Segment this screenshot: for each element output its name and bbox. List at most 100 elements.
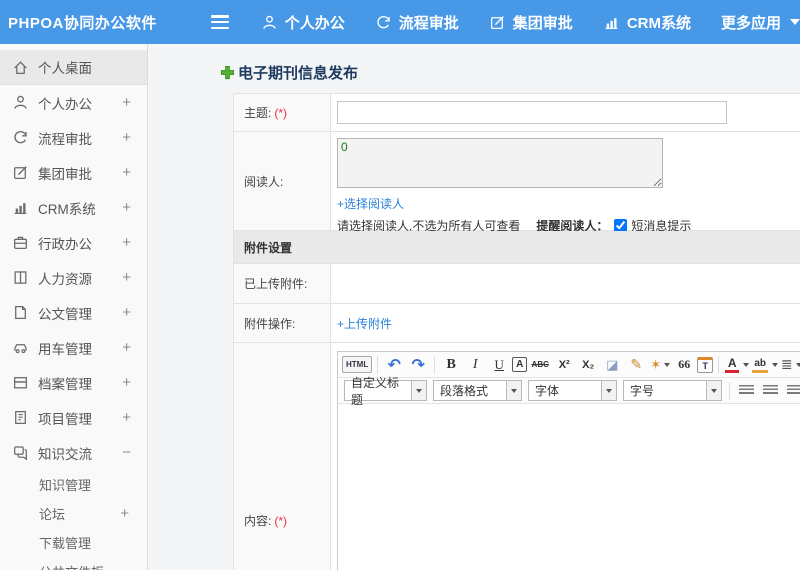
align-center-button[interactable] bbox=[759, 380, 781, 402]
expand-icon[interactable]: + bbox=[122, 234, 131, 251]
main-content: 电子期刊信息发布 主题: (*) 阅读人: 0 +选择阅读人 请选择阅读人,不选… bbox=[148, 44, 800, 570]
readers-textarea[interactable]: 0 bbox=[337, 138, 663, 188]
content-row: 内容: (*) HTML ↶ ↷ B I U A ABC X² X₂ ◪ ✎ ✶… bbox=[234, 343, 800, 570]
font-style-button[interactable]: A bbox=[512, 357, 528, 372]
paste-plain-text-button[interactable]: T bbox=[697, 356, 714, 373]
sidebar-item-archive-management[interactable]: 档案管理 + bbox=[0, 365, 147, 400]
expand-icon[interactable]: + bbox=[122, 374, 131, 391]
dropdown-arrow-icon bbox=[664, 362, 671, 367]
nav-label: 个人办公 bbox=[284, 14, 345, 32]
sidebar-item-vehicle-management[interactable]: 用车管理 + bbox=[0, 330, 147, 365]
nav-crm-system[interactable]: CRM系统 bbox=[603, 12, 691, 33]
nav-personal-office[interactable]: 个人办公 bbox=[261, 12, 345, 33]
sidebar-subitem-knowledge-management[interactable]: 知识管理 bbox=[0, 470, 147, 499]
attachment-ops-label: 附件操作: bbox=[244, 316, 296, 331]
choose-readers-link[interactable]: +选择阅读人 bbox=[337, 197, 404, 211]
dropdown-arrow-icon bbox=[706, 381, 721, 400]
paragraph-format-select[interactable]: 段落格式 bbox=[433, 380, 522, 401]
dropdown-arrow-icon bbox=[601, 381, 616, 400]
sidebar: 个人桌面 个人办公 + 流程审批 + 集团审批 + CRM系统 + 行政办公 +… bbox=[0, 44, 148, 570]
sidebar-item-human-resources[interactable]: 人力资源 + bbox=[0, 260, 147, 295]
uploaded-attachments-row: 已上传附件: bbox=[234, 264, 800, 304]
content-label: 内容: bbox=[244, 514, 272, 528]
content-label-cell: 内容: (*) bbox=[234, 343, 331, 570]
expand-icon[interactable]: + bbox=[122, 269, 131, 286]
expand-icon[interactable]: + bbox=[120, 505, 129, 522]
process-icon bbox=[375, 14, 392, 31]
quick-format-wand-button[interactable]: ✶ bbox=[649, 354, 671, 376]
sidebar-item-personal-desktop[interactable]: 个人桌面 bbox=[0, 50, 147, 85]
expand-icon[interactable]: + bbox=[122, 409, 131, 426]
sidebar-subitem-download-management[interactable]: 下载管理 bbox=[0, 528, 147, 557]
highlighter-icon: ab bbox=[752, 357, 769, 373]
sidebar-item-crm-system[interactable]: CRM系统 + bbox=[0, 190, 147, 225]
align-left-button[interactable] bbox=[735, 380, 757, 402]
align-right-icon bbox=[786, 385, 800, 396]
nav-process-approval[interactable]: 流程审批 bbox=[375, 12, 459, 33]
readers-row: 阅读人: 0 +选择阅读人 请选择阅读人,不选为所有人可查看 提醒阅读人： 短消… bbox=[234, 132, 800, 233]
archive-icon bbox=[12, 374, 29, 391]
custom-heading-select[interactable]: 自定义标题 bbox=[344, 376, 427, 407]
expand-icon[interactable]: + bbox=[122, 129, 131, 146]
upload-attachment-link[interactable]: +上传附件 bbox=[337, 315, 392, 332]
sidebar-item-process-approval[interactable]: 流程审批 + bbox=[0, 120, 147, 155]
align-right-button[interactable] bbox=[783, 380, 800, 402]
ordered-list-button[interactable]: ≣ bbox=[780, 354, 800, 376]
expand-icon[interactable]: + bbox=[122, 164, 131, 181]
underline-button[interactable]: U bbox=[488, 354, 510, 376]
doc-icon bbox=[12, 304, 29, 321]
subject-label-cell: 主题: (*) bbox=[234, 94, 331, 131]
required-mark: (*) bbox=[274, 105, 288, 120]
strikethrough-button[interactable]: ABC bbox=[529, 354, 551, 376]
select-label: 字体 bbox=[535, 384, 560, 398]
subscript-button[interactable]: X₂ bbox=[577, 354, 599, 376]
expand-icon[interactable]: + bbox=[122, 304, 131, 321]
sidebar-subitem-forum[interactable]: 论坛 + bbox=[0, 499, 147, 528]
expand-icon[interactable]: + bbox=[122, 94, 131, 111]
font-color-button[interactable]: A bbox=[724, 354, 750, 376]
attachment-section-row: 附件设置 bbox=[234, 231, 800, 264]
italic-button[interactable]: I bbox=[464, 354, 486, 376]
content-editor-cell: HTML ↶ ↷ B I U A ABC X² X₂ ◪ ✎ ✶ 66 T A … bbox=[331, 343, 800, 570]
attachment-ops-label-cell: 附件操作: bbox=[234, 304, 331, 342]
undo-button[interactable]: ↶ bbox=[383, 354, 405, 376]
sidebar-item-label: 公文管理 bbox=[38, 306, 92, 322]
person-icon bbox=[261, 14, 278, 31]
readers-label: 阅读人: bbox=[244, 174, 284, 189]
dropdown-arrow-icon bbox=[743, 362, 750, 367]
redo-button[interactable]: ↷ bbox=[407, 354, 429, 376]
collapse-icon[interactable]: − bbox=[122, 444, 131, 461]
briefcase-icon bbox=[12, 234, 29, 251]
highlight-color-button[interactable]: ab bbox=[751, 354, 779, 376]
edit-icon bbox=[489, 14, 506, 31]
remove-format-eraser-button[interactable]: ◪ bbox=[601, 354, 623, 376]
sidebar-item-label: 集团审批 bbox=[38, 166, 92, 182]
sidebar-subitem-public-file-cabinet[interactable]: 公共文件柜 bbox=[0, 557, 147, 570]
font-size-select[interactable]: 字号 bbox=[623, 380, 722, 401]
sidebar-item-personal-office[interactable]: 个人办公 + bbox=[0, 85, 147, 120]
editor-content-area[interactable] bbox=[338, 404, 800, 570]
hamburger-menu-icon[interactable] bbox=[210, 15, 231, 29]
expand-icon[interactable]: + bbox=[122, 339, 131, 356]
sidebar-item-label: 个人桌面 bbox=[38, 61, 92, 76]
sidebar-item-project-management[interactable]: 项目管理 + bbox=[0, 400, 147, 435]
font-family-select[interactable]: 字体 bbox=[528, 380, 617, 401]
sidebar-item-label: 行政办公 bbox=[38, 236, 92, 252]
nav-more-apps[interactable]: 更多应用 bbox=[721, 12, 800, 33]
bold-button[interactable]: B bbox=[440, 354, 462, 376]
sidebar-item-admin-office[interactable]: 行政办公 + bbox=[0, 225, 147, 260]
format-painter-button[interactable]: ✎ bbox=[625, 354, 647, 376]
subject-input[interactable] bbox=[337, 101, 727, 124]
sidebar-item-document-management[interactable]: 公文管理 + bbox=[0, 295, 147, 330]
publish-form: 主题: (*) 阅读人: 0 +选择阅读人 请选择阅读人,不选为所有人可查看 提… bbox=[233, 93, 800, 570]
expand-icon[interactable]: + bbox=[122, 199, 131, 216]
subject-label: 主题: bbox=[244, 106, 272, 120]
html-source-button[interactable]: HTML bbox=[342, 356, 373, 373]
select-label: 自定义标题 bbox=[351, 375, 400, 407]
sidebar-item-group-approval[interactable]: 集团审批 + bbox=[0, 155, 147, 190]
nav-group-approval[interactable]: 集团审批 bbox=[489, 12, 573, 33]
superscript-button[interactable]: X² bbox=[553, 354, 575, 376]
sidebar-item-knowledge-exchange[interactable]: 知识交流 − bbox=[0, 435, 147, 470]
page-title-text: 电子期刊信息发布 bbox=[238, 65, 359, 82]
blockquote-button[interactable]: 66 bbox=[673, 354, 695, 376]
